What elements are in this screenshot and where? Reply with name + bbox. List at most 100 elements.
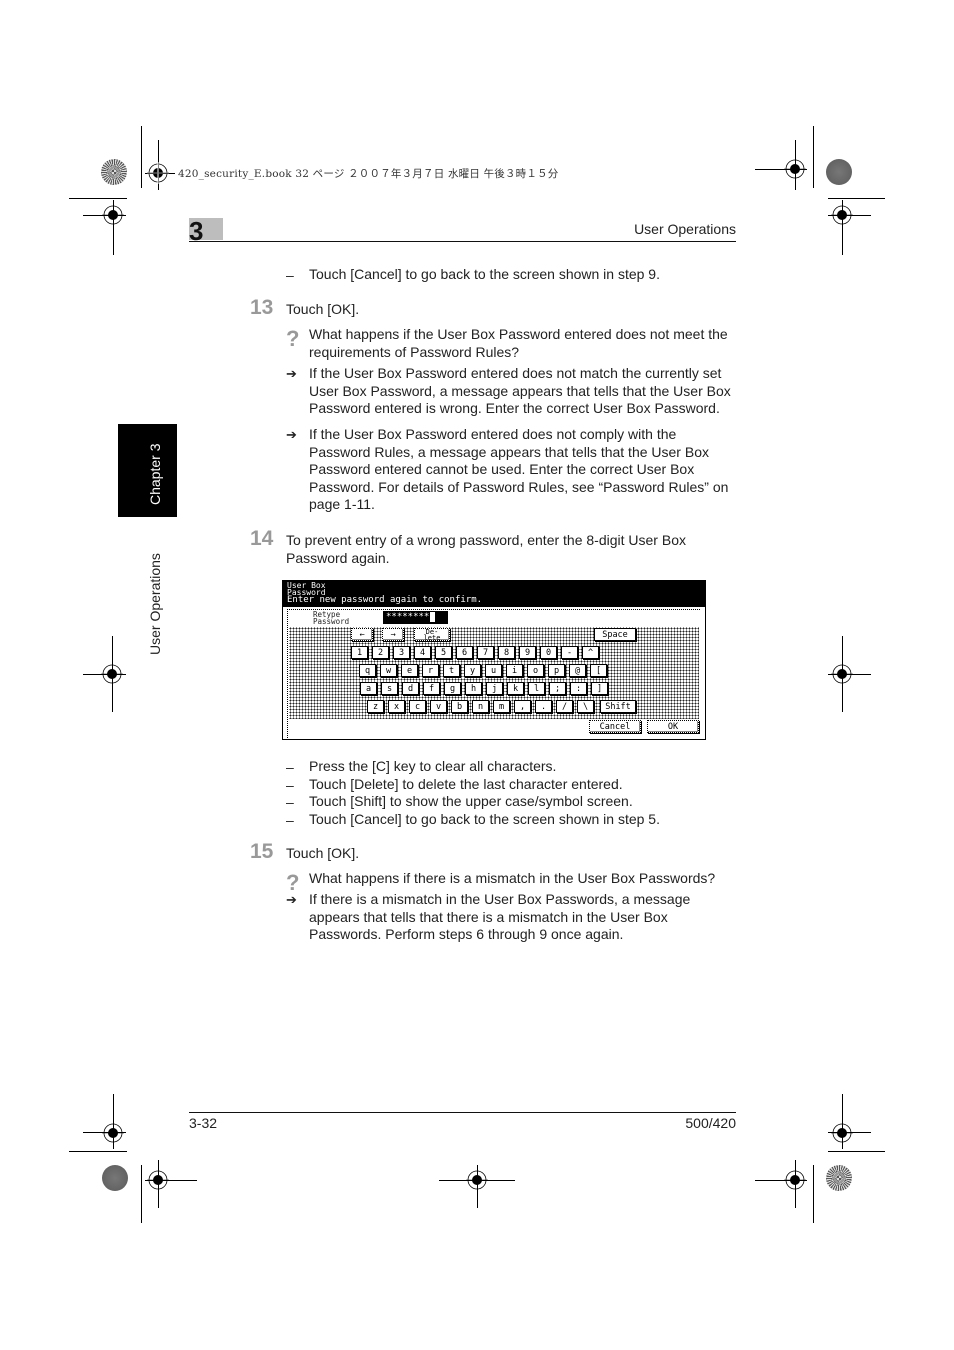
keyboard-key[interactable]: h bbox=[465, 682, 482, 695]
keyboard-key[interactable]: [ bbox=[590, 664, 607, 677]
keyboard-key[interactable]: s bbox=[381, 682, 398, 695]
delete-button[interactable]: De- lete bbox=[414, 628, 450, 642]
keyboard-key[interactable]: j bbox=[486, 682, 503, 695]
keyboard-key[interactable]: c bbox=[409, 700, 426, 713]
registration-mark-icon bbox=[101, 664, 123, 684]
color-target-icon bbox=[101, 159, 127, 185]
header-divider bbox=[189, 241, 736, 242]
keyboard-key[interactable]: 0 bbox=[540, 646, 557, 659]
keyboard-key[interactable]: p bbox=[548, 664, 565, 677]
keyboard-key[interactable]: q bbox=[359, 664, 376, 677]
step-text: Touch [OK]. bbox=[286, 845, 360, 861]
crop-mark bbox=[828, 198, 885, 199]
keyboard-key[interactable]: m bbox=[493, 700, 510, 713]
text-cursor bbox=[430, 611, 436, 622]
keyboard-key[interactable]: - bbox=[561, 646, 578, 659]
keyboard-key[interactable]: d bbox=[402, 682, 419, 695]
shift-key[interactable]: Shift bbox=[600, 700, 636, 713]
screen-message: Enter new password again to confirm. bbox=[287, 595, 483, 605]
registration-mark-icon bbox=[784, 1170, 806, 1190]
keyboard-key[interactable]: l bbox=[528, 682, 545, 695]
keyboard-key[interactable]: 1 bbox=[351, 646, 368, 659]
registration-mark-icon bbox=[102, 205, 124, 225]
keyboard-key[interactable]: . bbox=[535, 700, 552, 713]
side-section-label: User Operations bbox=[147, 553, 163, 655]
keyboard-key[interactable]: v bbox=[430, 700, 447, 713]
note-item: Touch [Shift] to show the upper case/sym… bbox=[309, 793, 633, 809]
screen-title: User Box Password bbox=[287, 581, 326, 597]
crop-mark bbox=[828, 1151, 885, 1152]
registration-mark-icon bbox=[831, 664, 853, 684]
color-target-icon bbox=[826, 1165, 852, 1191]
registration-mark-icon bbox=[102, 1123, 124, 1143]
keyboard-key[interactable]: y bbox=[464, 664, 481, 677]
header-section-title: User Operations bbox=[634, 221, 736, 237]
page-number: 3-32 bbox=[189, 1115, 218, 1131]
keyboard-key[interactable]: 2 bbox=[372, 646, 389, 659]
dash-bullet: – bbox=[286, 759, 294, 775]
keyboard-key[interactable]: ] bbox=[591, 682, 608, 695]
keyboard-key[interactable]: 9 bbox=[519, 646, 536, 659]
crop-mark bbox=[141, 1165, 142, 1223]
keyboard-key[interactable]: i bbox=[506, 664, 523, 677]
crop-mark bbox=[813, 1165, 814, 1223]
space-key[interactable]: Space bbox=[594, 628, 636, 641]
crop-mark bbox=[69, 198, 127, 199]
color-target-icon bbox=[102, 1165, 128, 1191]
keyboard-key[interactable]: g bbox=[444, 682, 461, 695]
keyboard-key[interactable]: r bbox=[422, 664, 439, 677]
keyboard-key[interactable]: ^ bbox=[582, 646, 599, 659]
chapter-number: 3 bbox=[189, 216, 204, 246]
crop-mark bbox=[141, 126, 142, 188]
keyboard-key[interactable]: ; bbox=[549, 682, 566, 695]
keyboard-key[interactable]: e bbox=[401, 664, 418, 677]
keyboard-key[interactable]: n bbox=[472, 700, 489, 713]
registration-mark-icon bbox=[147, 162, 169, 184]
keyboard-key[interactable]: 3 bbox=[393, 646, 410, 659]
cursor-right-button[interactable]: → bbox=[382, 628, 404, 641]
keyboard-key[interactable]: 6 bbox=[456, 646, 473, 659]
keyboard-key[interactable]: / bbox=[556, 700, 573, 713]
keyboard-key[interactable]: 8 bbox=[498, 646, 515, 659]
cancel-button[interactable]: Cancel bbox=[589, 720, 641, 733]
retype-password-label: Retype Password bbox=[313, 610, 350, 626]
step-number: 15 bbox=[250, 840, 274, 863]
keyboard-key[interactable]: o bbox=[527, 664, 544, 677]
footer-divider bbox=[189, 1112, 736, 1113]
note-item: Press the [C] key to clear all character… bbox=[309, 758, 557, 774]
color-target-icon bbox=[826, 159, 852, 185]
cursor-left-button[interactable]: ← bbox=[351, 628, 373, 641]
note-item: Touch [Cancel] to go back to the screen … bbox=[309, 810, 660, 827]
ok-button[interactable]: OK bbox=[647, 720, 699, 733]
keyboard-key[interactable]: t bbox=[443, 664, 460, 677]
keyboard-key[interactable]: f bbox=[423, 682, 440, 695]
keyboard-key[interactable]: z bbox=[367, 700, 384, 713]
step-text: Touch [OK]. bbox=[286, 301, 360, 317]
note-item: Touch [Delete] to delete the last charac… bbox=[309, 775, 623, 792]
keyboard-key[interactable]: : bbox=[570, 682, 587, 695]
crop-mark bbox=[813, 126, 814, 188]
intro-note: Touch [Cancel] to go back to the screen … bbox=[309, 266, 660, 282]
keyboard-key[interactable]: 4 bbox=[414, 646, 431, 659]
keyboard-key[interactable]: b bbox=[451, 700, 468, 713]
crop-mark bbox=[69, 1151, 127, 1152]
password-entry-screen: User Box Password Enter new password aga… bbox=[282, 580, 706, 740]
keyboard-key[interactable]: k bbox=[507, 682, 524, 695]
keyboard-key[interactable]: 5 bbox=[435, 646, 452, 659]
keyboard-key[interactable]: 7 bbox=[477, 646, 494, 659]
faq-answer: If the User Box Password entered does no… bbox=[309, 426, 729, 512]
keyboard-key[interactable]: \ bbox=[577, 700, 594, 713]
model-number: 500/420 bbox=[685, 1115, 736, 1131]
arrow-icon: ➔ bbox=[286, 892, 297, 907]
keyboard-key[interactable]: x bbox=[388, 700, 405, 713]
keyboard-key[interactable]: a bbox=[360, 682, 377, 695]
question-icon: ? bbox=[286, 326, 300, 351]
keyboard-key[interactable]: @ bbox=[569, 664, 586, 677]
keyboard-key[interactable]: u bbox=[485, 664, 502, 677]
arrow-icon: ➔ bbox=[286, 427, 297, 442]
keyboard-key[interactable]: w bbox=[380, 664, 397, 677]
faq-question: What happens if there is a mismatch in t… bbox=[309, 870, 716, 886]
retype-password-field[interactable]: ******** bbox=[383, 611, 448, 624]
dash-bullet: – bbox=[286, 794, 294, 810]
keyboard-key[interactable]: , bbox=[514, 700, 531, 713]
